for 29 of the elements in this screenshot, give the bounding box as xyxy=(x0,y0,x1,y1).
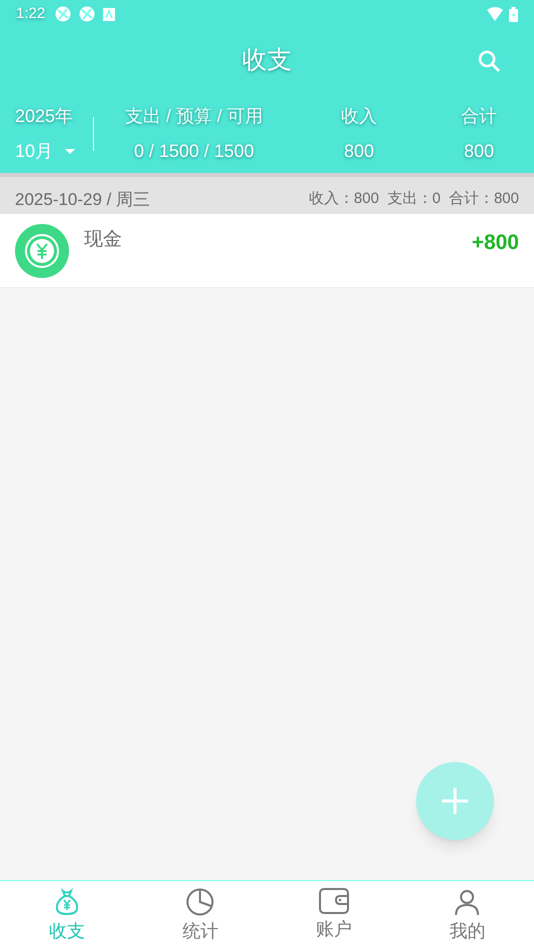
summary-label: 收入 xyxy=(341,105,377,128)
plus-icon xyxy=(442,788,468,814)
entry-amount: +800 xyxy=(472,230,519,256)
entry-row[interactable]: 现金 +800 xyxy=(0,214,534,288)
status-app-icon xyxy=(79,6,96,22)
search-icon[interactable] xyxy=(477,49,501,73)
status-time: 1:22 xyxy=(16,4,46,24)
summary-value: 800 xyxy=(464,140,494,163)
summary-value: 800 xyxy=(344,140,374,163)
summary-label: 合计 xyxy=(461,105,497,128)
dropdown-caret-icon xyxy=(65,148,76,154)
page-title: 收支 xyxy=(242,45,292,76)
account-name: 现金 xyxy=(84,228,123,252)
wallet-icon xyxy=(318,888,349,914)
status-app-icon xyxy=(55,6,72,22)
yuan-coin-icon xyxy=(15,224,69,278)
battery-icon xyxy=(509,6,518,22)
summary-value: 0 / 1500 / 1500 xyxy=(134,140,254,163)
nav-tab[interactable]: 我的 xyxy=(400,881,534,950)
status-app-icon xyxy=(103,8,116,20)
pie-chart-icon xyxy=(186,888,214,916)
nav-tab[interactable]: 账户 xyxy=(267,881,400,950)
day-date: 2025-10-29 / 周三 xyxy=(15,188,150,211)
day-totals: 收入：800 支出：0 合计：800 xyxy=(308,189,519,210)
wifi-icon xyxy=(487,7,503,21)
nav-tab[interactable]: 统计 xyxy=(134,881,267,950)
summary-label: 支出 / 预算 / 可用 xyxy=(124,105,263,128)
person-icon xyxy=(453,888,482,916)
year-label: 2025年 xyxy=(15,105,74,128)
